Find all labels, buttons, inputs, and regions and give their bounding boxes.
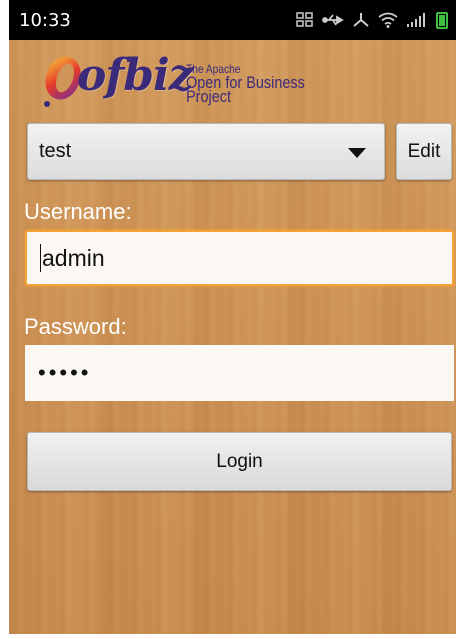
usb-icon (322, 13, 344, 27)
logo-tagline-line2: Open for Business Project (186, 73, 305, 106)
wifi-icon (378, 12, 398, 28)
dropdown-arrow-icon (348, 148, 366, 158)
username-label: Username: (24, 199, 132, 224)
signal-icon (406, 12, 428, 28)
text-cursor (40, 244, 41, 272)
debug-icon (352, 12, 370, 28)
username-input[interactable]: admin (25, 230, 454, 286)
battery-icon (436, 11, 448, 29)
status-icons (296, 11, 448, 29)
login-screen: ofbiz The Apache Open for Business Proje… (9, 40, 456, 634)
logo-wordmark: ofbiz (77, 50, 194, 101)
status-time: 10:33 (19, 9, 71, 31)
status-bar: 10:33 (9, 0, 456, 40)
username-value: admin (42, 244, 105, 271)
phone-screen: 10:33 ofbiz The Apache Open for Business… (9, 0, 456, 634)
server-select-value: test (39, 140, 72, 162)
edit-button[interactable]: Edit (396, 123, 452, 180)
password-input[interactable]: ••••• (25, 345, 454, 401)
password-label: Password: (24, 314, 127, 339)
ofbiz-logo: ofbiz The Apache Open for Business Proje… (41, 50, 371, 108)
grid-icon (296, 12, 314, 28)
password-value: ••••• (38, 360, 92, 385)
server-select[interactable]: test (27, 123, 385, 180)
logo-tagline: The Apache Open for Business Project (186, 62, 343, 106)
login-button[interactable]: Login (27, 432, 452, 491)
